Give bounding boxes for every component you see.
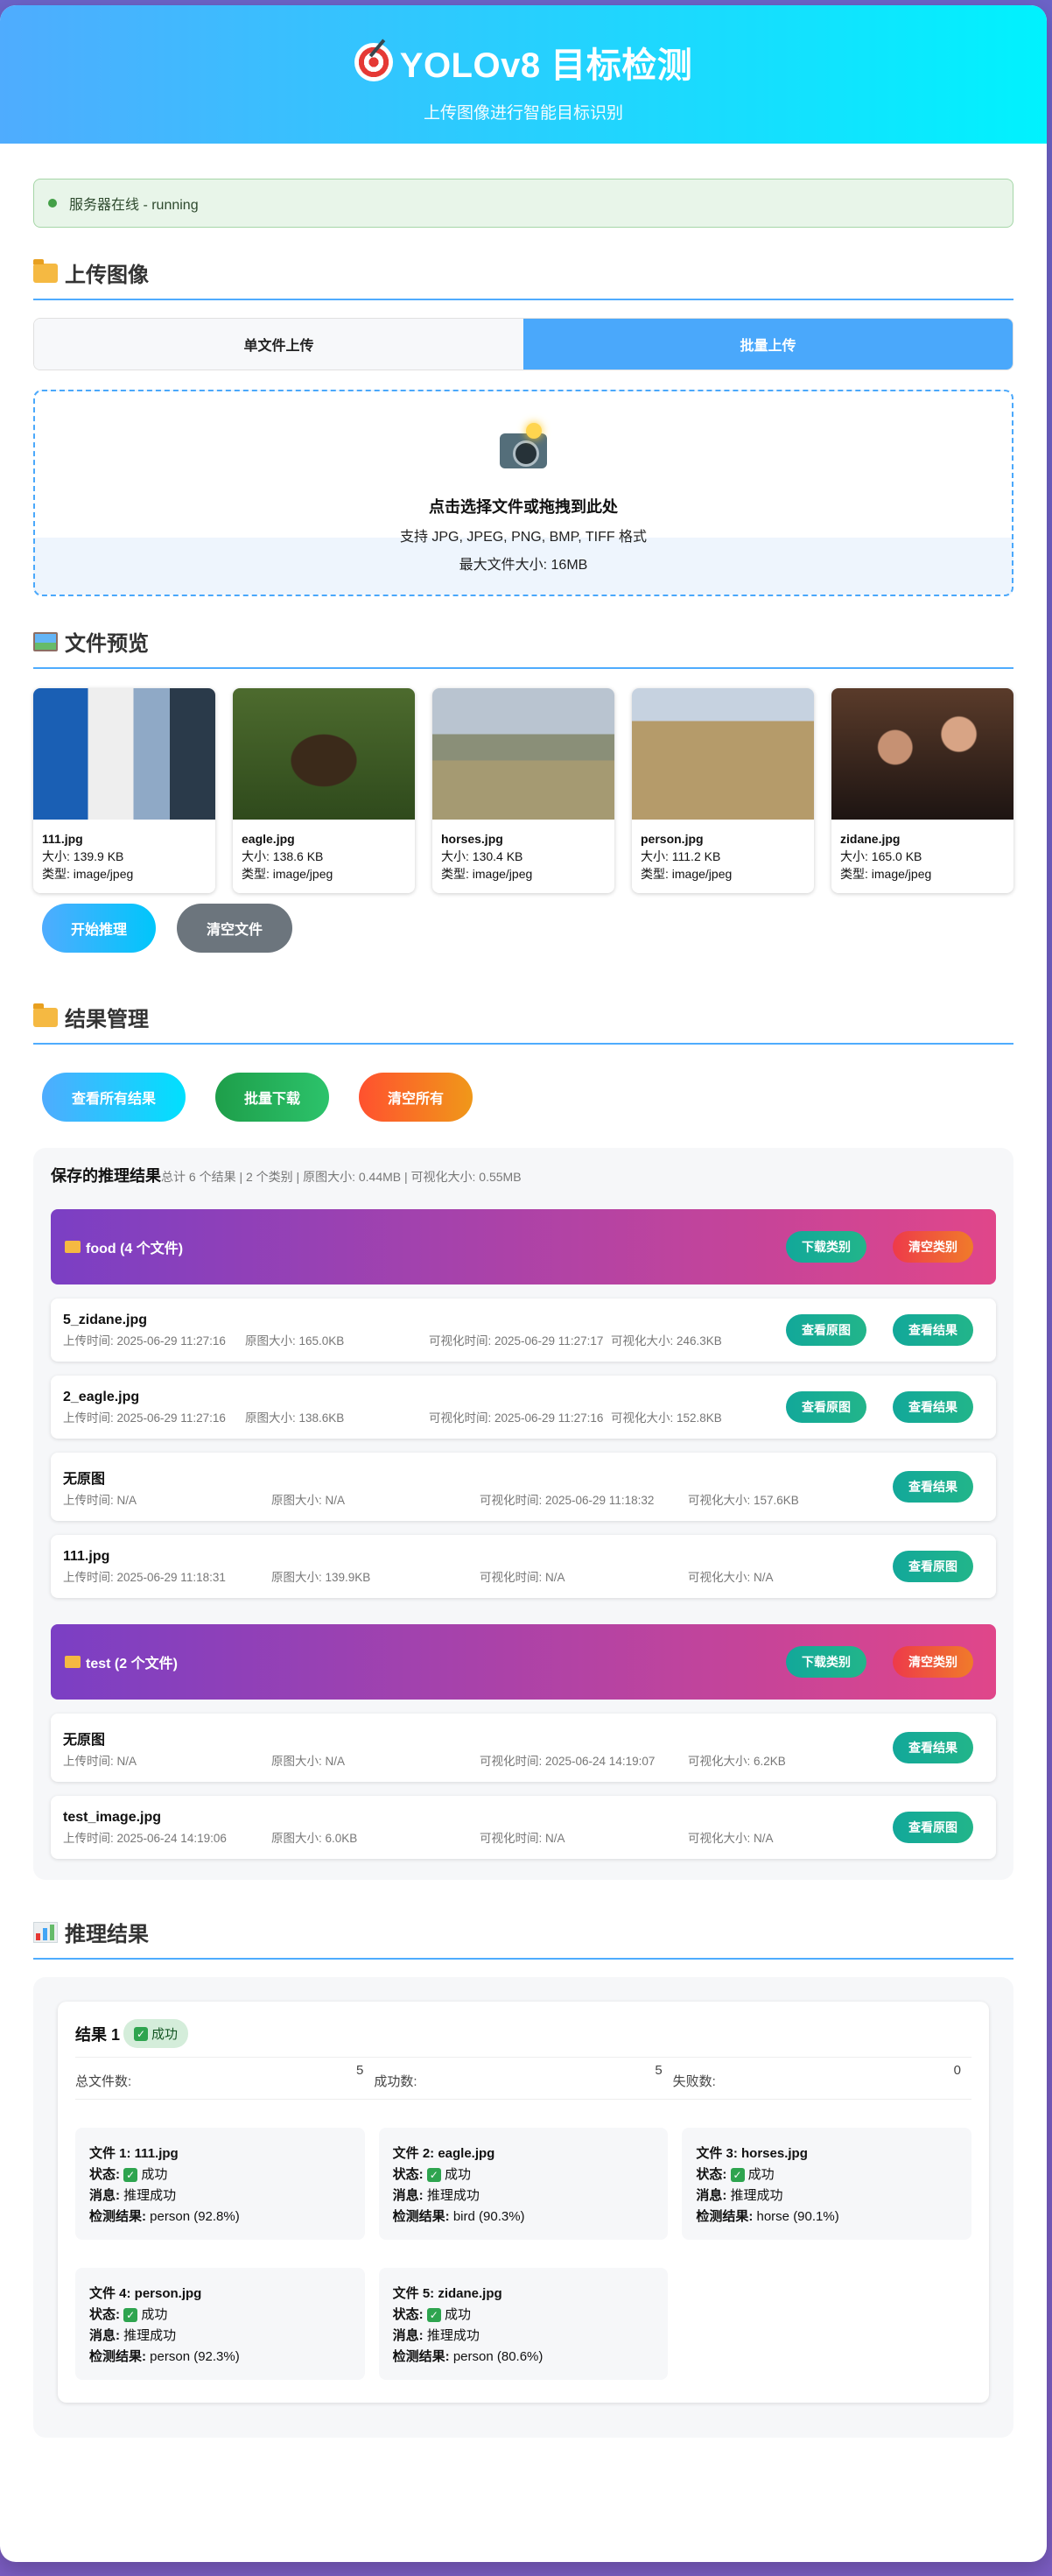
preview-filename: horses.jpg — [441, 832, 503, 846]
check-icon: ✓ — [123, 2308, 138, 2322]
view-original-button[interactable]: 查看原图 — [786, 1314, 866, 1346]
clear-files-button[interactable]: 清空文件 — [177, 904, 292, 953]
preview-size: 大小: 139.9 KB — [42, 849, 124, 863]
check-icon: ✓ — [123, 2168, 138, 2182]
preview-list: 111.jpg 大小: 139.9 KB 类型: image/jpeg eagle.… — [33, 688, 1013, 893]
file-result: 文件 2: eagle.jpg 状态: ✓ 成功 消息: 推理成功 检测结果: … — [378, 2128, 669, 2240]
file-result: 文件 1: 111.jpg 状态: ✓ 成功 消息: 推理成功 检测结果: pe… — [75, 2128, 365, 2240]
preview-size: 大小: 165.0 KB — [840, 849, 922, 863]
preview-thumbnail — [432, 688, 614, 820]
preview-card: eagle.jpg 大小: 138.6 KB 类型: image/jpeg — [233, 688, 415, 893]
drop-title: 点击选择文件或拖拽到此处 — [429, 498, 618, 516]
view-all-results-button[interactable]: 查看所有结果 — [42, 1073, 186, 1122]
preview-card: horses.jpg 大小: 130.4 KB 类型: image/jpeg — [432, 688, 614, 893]
download-category-button[interactable]: 下载类别 — [786, 1646, 866, 1678]
tab-single-upload[interactable]: 单文件上传 — [34, 319, 523, 370]
clear-category-button[interactable]: 清空类别 — [893, 1646, 973, 1678]
view-result-button[interactable]: 查看结果 — [893, 1314, 973, 1346]
category-header-test: test (2 个文件) 下载类别 清空类别 — [51, 1624, 996, 1700]
folder-icon — [33, 258, 58, 283]
result-file-row: test_image.jpg 上传时间: 2025-06-24 14:19:06… — [51, 1796, 996, 1859]
result-card-header: 结果 1 ✓ 成功 — [75, 2019, 971, 2058]
saved-results-header: 保存的推理结果 总计 6 个结果 | 2 个类别 | 原图大小: 0.44MB … — [51, 1164, 996, 1186]
view-original-button[interactable]: 查看原图 — [786, 1391, 866, 1423]
status-badge: ✓ 成功 — [123, 2019, 189, 2048]
folder-icon — [33, 1003, 58, 1027]
view-result-button[interactable]: 查看结果 — [893, 1732, 973, 1763]
check-icon: ✓ — [426, 2168, 441, 2182]
preview-filename: person.jpg — [641, 832, 704, 846]
target-icon — [354, 43, 393, 81]
saved-results-summary: 总计 6 个结果 | 2 个类别 | 原图大小: 0.44MB | 可视化大小:… — [161, 1170, 522, 1184]
file-result: 文件 5: zidane.jpg 状态: ✓ 成功 消息: 推理成功 检测结果:… — [378, 2268, 669, 2380]
preview-type: 类型: image/jpeg — [641, 867, 733, 881]
tab-batch-upload[interactable]: 批量上传 — [523, 319, 1013, 370]
check-icon: ✓ — [426, 2308, 441, 2322]
preview-filename: 111.jpg — [42, 832, 83, 846]
folder-icon — [65, 1241, 81, 1253]
header: YOLOv8 目标检测 上传图像进行智能目标识别 — [0, 5, 1047, 144]
preview-type: 类型: image/jpeg — [840, 867, 932, 881]
result-file-row: 无原图 上传时间: N/A 原图大小: N/A 可视化时间: 2025-06-2… — [51, 1453, 996, 1521]
preview-card: person.jpg 大小: 111.2 KB 类型: image/jpeg — [632, 688, 814, 893]
page-subtitle: 上传图像进行智能目标识别 — [423, 104, 623, 123]
result-file-row: 111.jpg 上传时间: 2025-06-29 11:18:31 原图大小: … — [51, 1535, 996, 1598]
batch-download-button[interactable]: 批量下载 — [215, 1073, 329, 1122]
preview-type: 类型: image/jpeg — [42, 867, 134, 881]
preview-size: 大小: 138.6 KB — [242, 849, 324, 863]
preview-filename: eagle.jpg — [242, 832, 295, 846]
clear-category-button[interactable]: 清空类别 — [893, 1231, 973, 1263]
check-icon: ✓ — [730, 2168, 745, 2182]
folder-icon — [65, 1656, 81, 1668]
file-result: 文件 3: horses.jpg 状态: ✓ 成功 消息: 推理成功 检测结果:… — [682, 2128, 971, 2240]
view-result-button[interactable]: 查看结果 — [893, 1391, 973, 1423]
preview-section-title: 文件预览 — [33, 626, 1013, 669]
result-file-row: 5_zidane.jpg 上传时间: 2025-06-29 11:27:16 原… — [51, 1299, 996, 1362]
preview-thumbnail — [233, 688, 415, 820]
main-content: 服务器在线 - running 上传图像 单文件上传 批量上传 点击选择文件或拖… — [0, 179, 1047, 2438]
bar-chart-icon — [33, 1921, 58, 1943]
preview-thumbnail — [33, 688, 215, 820]
results-section-title: 推理结果 — [33, 1917, 1013, 1960]
inference-results-panel: 结果 1 ✓ 成功 总文件数: 5 成功数: 5 失败数: 0 文件 1: 111.jp… — [33, 1977, 1013, 2438]
check-icon: ✓ — [134, 2026, 149, 2041]
view-original-button[interactable]: 查看原图 — [893, 1812, 973, 1843]
preview-card: zidane.jpg 大小: 165.0 KB 类型: image/jpeg — [831, 688, 1013, 893]
picture-icon — [33, 631, 58, 651]
view-original-button[interactable]: 查看原图 — [893, 1551, 973, 1582]
file-result: 文件 4: person.jpg 状态: ✓ 成功 消息: 推理成功 检测结果:… — [75, 2268, 365, 2380]
preview-filename: zidane.jpg — [840, 832, 901, 846]
status-text: 服务器在线 - running — [69, 198, 199, 213]
saved-results-title: 保存的推理结果 — [51, 1167, 161, 1185]
status-dot-icon — [48, 199, 57, 208]
file-drop-zone[interactable]: 点击选择文件或拖拽到此处 支持 JPG, JPEG, PNG, BMP, TIF… — [33, 390, 1013, 596]
result-file-row: 2_eagle.jpg 上传时间: 2025-06-29 11:27:16 原图… — [51, 1376, 996, 1439]
category-header-food: food (4 个文件) 下载类别 清空类别 — [51, 1209, 996, 1284]
drop-max-size: 最大文件大小: 16MB — [459, 558, 588, 573]
preview-thumbnail — [632, 688, 814, 820]
view-result-button[interactable]: 查看结果 — [893, 1471, 973, 1503]
preview-size: 大小: 130.4 KB — [441, 849, 523, 863]
preview-thumbnail — [831, 688, 1013, 820]
download-category-button[interactable]: 下载类别 — [786, 1231, 866, 1263]
camera-flash-icon — [500, 423, 547, 468]
manage-section-title: 结果管理 — [33, 1002, 1013, 1045]
preview-type: 类型: image/jpeg — [441, 867, 533, 881]
start-inference-button[interactable]: 开始推理 — [42, 904, 156, 953]
app-container: YOLOv8 目标检测 上传图像进行智能目标识别 服务器在线 - running… — [0, 5, 1047, 2562]
result-card: 结果 1 ✓ 成功 总文件数: 5 成功数: 5 失败数: 0 文件 1: 111.jp… — [58, 2002, 989, 2403]
file-results-grid: 文件 1: 111.jpg 状态: ✓ 成功 消息: 推理成功 检测结果: pe… — [75, 2128, 971, 2380]
saved-results-panel: 保存的推理结果 总计 6 个结果 | 2 个类别 | 原图大小: 0.44MB … — [33, 1148, 1013, 1880]
drop-formats: 支持 JPG, JPEG, PNG, BMP, TIFF 格式 — [399, 530, 648, 545]
preview-card: 111.jpg 大小: 139.9 KB 类型: image/jpeg — [33, 688, 215, 893]
result-file-row: 无原图 上传时间: N/A 原图大小: N/A 可视化时间: 2025-06-2… — [51, 1714, 996, 1782]
result-stats: 总文件数: 5 成功数: 5 失败数: 0 — [75, 2063, 971, 2100]
preview-type: 类型: image/jpeg — [242, 867, 333, 881]
upload-section-title: 上传图像 — [33, 257, 1013, 300]
server-status: 服务器在线 - running — [33, 179, 1013, 228]
upload-tabs: 单文件上传 批量上传 — [33, 318, 1013, 370]
page-title: YOLOv8 目标检测 — [0, 37, 1047, 88]
clear-all-button[interactable]: 清空所有 — [359, 1073, 473, 1122]
preview-size: 大小: 111.2 KB — [641, 849, 721, 863]
